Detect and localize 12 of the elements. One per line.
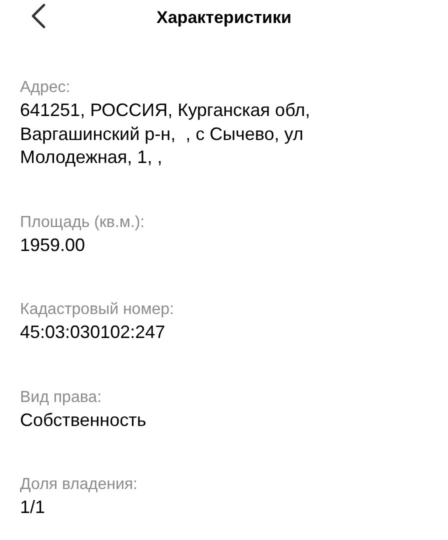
field-value: 1959.00 xyxy=(20,234,86,256)
field-label: Вид права: xyxy=(20,388,103,408)
field-value: 1/1 xyxy=(20,496,46,519)
page-title: Характеристики xyxy=(156,7,292,30)
field-value: Собственность xyxy=(20,408,148,432)
field-label: Кадастровый номер: xyxy=(20,300,175,320)
field-label: Адрес: xyxy=(20,78,72,98)
field-value: 641251, РОССИЯ, Курганская обл, Варгашинский р-н, , с Сычево, ул Молодежная, 1, , xyxy=(20,99,312,169)
field-label: Площадь (кв.м.): xyxy=(20,212,146,232)
field-value: 45:03:030102:247 xyxy=(20,321,166,344)
back-icon xyxy=(30,3,46,29)
field-label: Доля владения: xyxy=(20,475,138,495)
